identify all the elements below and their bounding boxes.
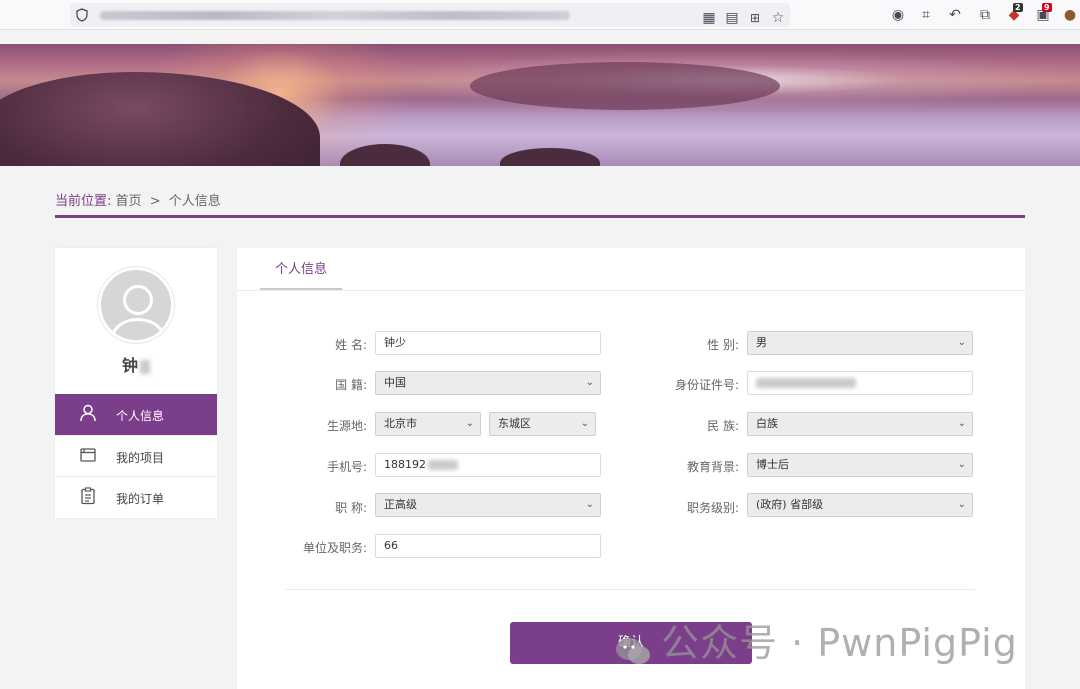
district-select[interactable]: 东城区 ⌄ (489, 412, 596, 436)
org-position-value: 66 (384, 539, 398, 552)
star-icon[interactable]: ☆ (768, 8, 788, 28)
breadcrumb-separator: > (149, 194, 161, 209)
order-icon (79, 487, 97, 505)
extension-badge-count: 2 (1013, 3, 1023, 12)
phone-value: 188192 (384, 458, 426, 471)
chevron-down-icon: ⌄ (957, 499, 966, 510)
chevron-down-icon: ⌄ (585, 377, 594, 388)
job-level-select[interactable]: (政府) 省部级 ⌄ (747, 493, 973, 517)
sidebar-item-label: 我的项目 (116, 451, 165, 465)
browser-toolbar: ▦ ▤ ⊞ ☆ ◉ ⌗ ↶ ⧉ ◆ 2 ▣ 9 ● (0, 0, 1080, 30)
chevron-down-icon: ⌄ (465, 418, 474, 429)
chevron-down-icon: ⌄ (957, 337, 966, 348)
name-label: 姓 名: (335, 338, 367, 352)
header-banner-image (0, 44, 1080, 166)
job-level-label: 职务级别: (686, 501, 739, 515)
nationality-value: 中国 (384, 376, 406, 389)
breadcrumb-home-link[interactable]: 首页 (116, 194, 142, 209)
province-select[interactable]: 北京市 ⌄ (375, 412, 481, 436)
tab-profile[interactable]: 个人信息 (260, 248, 342, 290)
chevron-down-icon: ⌄ (580, 418, 589, 429)
cookie-icon[interactable]: ● (1060, 5, 1080, 25)
id-number-input[interactable] (747, 371, 973, 395)
form-divider (285, 589, 975, 590)
ethnicity-label: 民 族: (707, 419, 739, 433)
ethnicity-select[interactable]: 白族 ⌄ (747, 412, 973, 436)
chevron-down-icon: ⌄ (585, 499, 594, 510)
gender-value: 男 (756, 336, 767, 349)
sidebar-item-label: 我的订单 (116, 492, 165, 506)
translate-icon[interactable]: ⊞ (745, 8, 765, 28)
breadcrumb-page: 个人信息 (168, 194, 221, 209)
breadcrumb: 当前位置: 首页 > 个人信息 (55, 190, 221, 209)
avatar-head-icon (123, 285, 153, 315)
sidebar-item-orders[interactable]: 我的订单 (55, 476, 217, 517)
ethnicity-value: 白族 (756, 417, 778, 430)
username-redacted (140, 359, 150, 374)
tab-divider (237, 290, 1025, 291)
wechat-icon (615, 631, 651, 664)
sidebar-item-projects[interactable]: 我的项目 (55, 435, 217, 476)
phone-redacted (428, 460, 458, 470)
extension-badge-count: 9 (1042, 3, 1052, 12)
address-bar[interactable]: ▦ ▤ ⊞ ☆ (70, 3, 790, 27)
id-number-label: 身份证件号: (674, 378, 739, 392)
education-select[interactable]: 博士后 ⌄ (747, 453, 973, 477)
province-value: 北京市 (384, 417, 417, 430)
watermark: 公众号 · PwnPigPig (615, 612, 1018, 667)
chevron-down-icon: ⌄ (957, 418, 966, 429)
sidebar-item-profile[interactable]: 个人信息 (55, 394, 217, 435)
username-text: 钟 (121, 356, 138, 375)
id-number-redacted (756, 378, 856, 388)
education-value: 博士后 (756, 458, 789, 471)
title-label: 职 称: (335, 501, 367, 515)
avatar (98, 267, 174, 343)
name-input[interactable]: 钟少 (375, 331, 601, 355)
breadcrumb-current-label: 当前位置: (55, 194, 112, 209)
gender-label: 性 别: (707, 338, 739, 352)
name-value: 钟少 (384, 336, 406, 349)
district-value: 东城区 (498, 417, 531, 430)
phone-label: 手机号: (326, 460, 367, 474)
sidebar-item-label: 个人信息 (116, 409, 165, 423)
job-level-value: (政府) 省部级 (756, 498, 824, 511)
gender-select[interactable]: 男 ⌄ (747, 331, 973, 355)
chevron-down-icon: ⌄ (957, 459, 966, 470)
breadcrumb-underline (55, 215, 1025, 218)
org-position-input[interactable]: 66 (375, 534, 601, 558)
sidebar: 钟 个人信息 我的项目 我的订单 (55, 248, 217, 518)
user-icon (79, 404, 97, 422)
title-select[interactable]: 正高级 ⌄ (375, 493, 601, 517)
avatar-body-icon (111, 318, 165, 340)
url-text-redacted (100, 11, 570, 20)
reader-icon[interactable]: ▤ (722, 8, 742, 28)
qr-code-icon[interactable]: ▦ (699, 8, 719, 28)
undo-icon[interactable]: ↶ (945, 5, 965, 25)
title-value: 正高级 (384, 498, 417, 511)
shield-icon[interactable] (72, 8, 92, 28)
extensions-icon[interactable]: ⧉ (975, 5, 995, 25)
nationality-select[interactable]: 中国 ⌄ (375, 371, 601, 395)
watermark-text: 公众号 · PwnPigPig (661, 621, 1018, 665)
project-icon (79, 446, 97, 464)
origin-label: 生源地: (326, 419, 367, 433)
education-label: 教育背景: (686, 460, 739, 474)
nationality-label: 国 籍: (335, 378, 367, 392)
phone-input[interactable]: 188192 (375, 453, 601, 477)
account-icon[interactable]: ◉ (888, 5, 908, 25)
org-position-label: 单位及职务: (302, 541, 367, 555)
crop-icon[interactable]: ⌗ (916, 5, 936, 25)
username: 钟 (55, 352, 217, 376)
